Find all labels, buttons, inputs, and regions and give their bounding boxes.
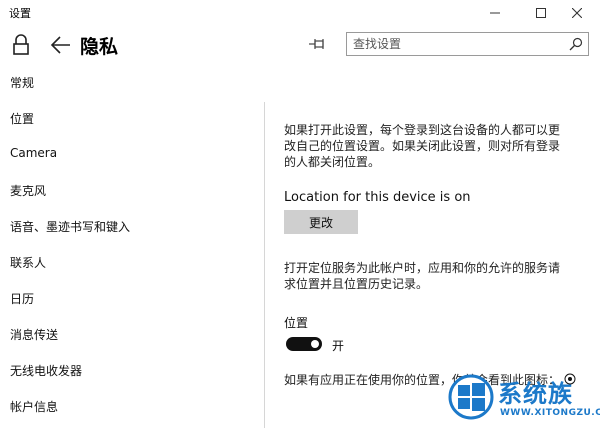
sidebar-item-account-info[interactable]: 帐户信息 — [10, 398, 58, 415]
watermark-url: WWW.XITONGZU.COM — [500, 408, 600, 418]
description-line: 如果打开此设置，每个登录到这台设备的人都可以更 — [284, 123, 561, 137]
sidebar-item-radios[interactable]: 无线电收发器 — [10, 362, 82, 379]
close-button[interactable] — [554, 0, 600, 26]
sidebar-item-calendar[interactable]: 日历 — [10, 290, 34, 307]
description-line: 求位置并且位置历史记录。 — [284, 277, 429, 291]
service-description: 打开定位服务为此帐户时，应用和你的允许的服务请 求位置并且位置历史记录。 — [284, 260, 590, 292]
maximize-icon — [536, 8, 546, 18]
minimize-icon — [490, 12, 500, 14]
location-description: 如果打开此设置，每个登录到这台设备的人都可以更 改自己的位置设置。如果关闭此设置… — [284, 122, 590, 170]
page-header: 隐私 — [0, 26, 600, 66]
change-button[interactable]: 更改 — [284, 210, 358, 234]
sidebar-item-camera[interactable]: Camera — [10, 146, 57, 160]
location-toggle-label: 位置 — [284, 316, 309, 330]
device-location-status: Location for this device is on — [284, 190, 471, 205]
pane-divider — [264, 102, 265, 428]
sidebar: 常规 位置 Camera 麦克风 语音、墨迹书写和键入 联系人 日历 消息传送 … — [0, 62, 264, 428]
sidebar-item-location[interactable]: 位置 — [10, 110, 34, 127]
pin-icon[interactable] — [309, 37, 327, 51]
watermark-logo-icon — [448, 374, 494, 420]
search-icon[interactable] — [568, 36, 584, 52]
sidebar-item-speech-inking[interactable]: 语音、墨迹书写和键入 — [10, 218, 130, 235]
description-line: 打开定位服务为此帐户时，应用和你的允许的服务请 — [284, 261, 561, 275]
page-title: 隐私 — [80, 36, 119, 58]
back-arrow-icon[interactable] — [50, 34, 72, 56]
description-line: 改自己的位置设置。如果关闭此设置，则对所有登录 — [284, 139, 561, 153]
toggle-knob — [311, 340, 319, 348]
location-toggle-state: 开 — [332, 339, 345, 353]
search-input[interactable] — [353, 34, 563, 54]
sidebar-item-messaging[interactable]: 消息传送 — [10, 326, 58, 343]
location-toggle[interactable] — [286, 337, 322, 351]
sidebar-item-general[interactable]: 常规 — [10, 74, 34, 91]
description-line: 的人都关闭位置。 — [284, 155, 381, 169]
close-icon — [572, 8, 582, 18]
title-bar: 设置 — [0, 0, 600, 26]
watermark: 系统族 WWW.XITONGZU.COM — [448, 372, 600, 428]
search-box[interactable] — [346, 32, 589, 56]
lock-icon — [13, 34, 29, 55]
sidebar-item-microphone[interactable]: 麦克风 — [10, 182, 46, 199]
minimize-button[interactable] — [472, 0, 518, 26]
sidebar-item-contacts[interactable]: 联系人 — [10, 254, 46, 271]
window-title: 设置 — [9, 7, 31, 20]
watermark-brand: 系统族 — [498, 380, 573, 408]
